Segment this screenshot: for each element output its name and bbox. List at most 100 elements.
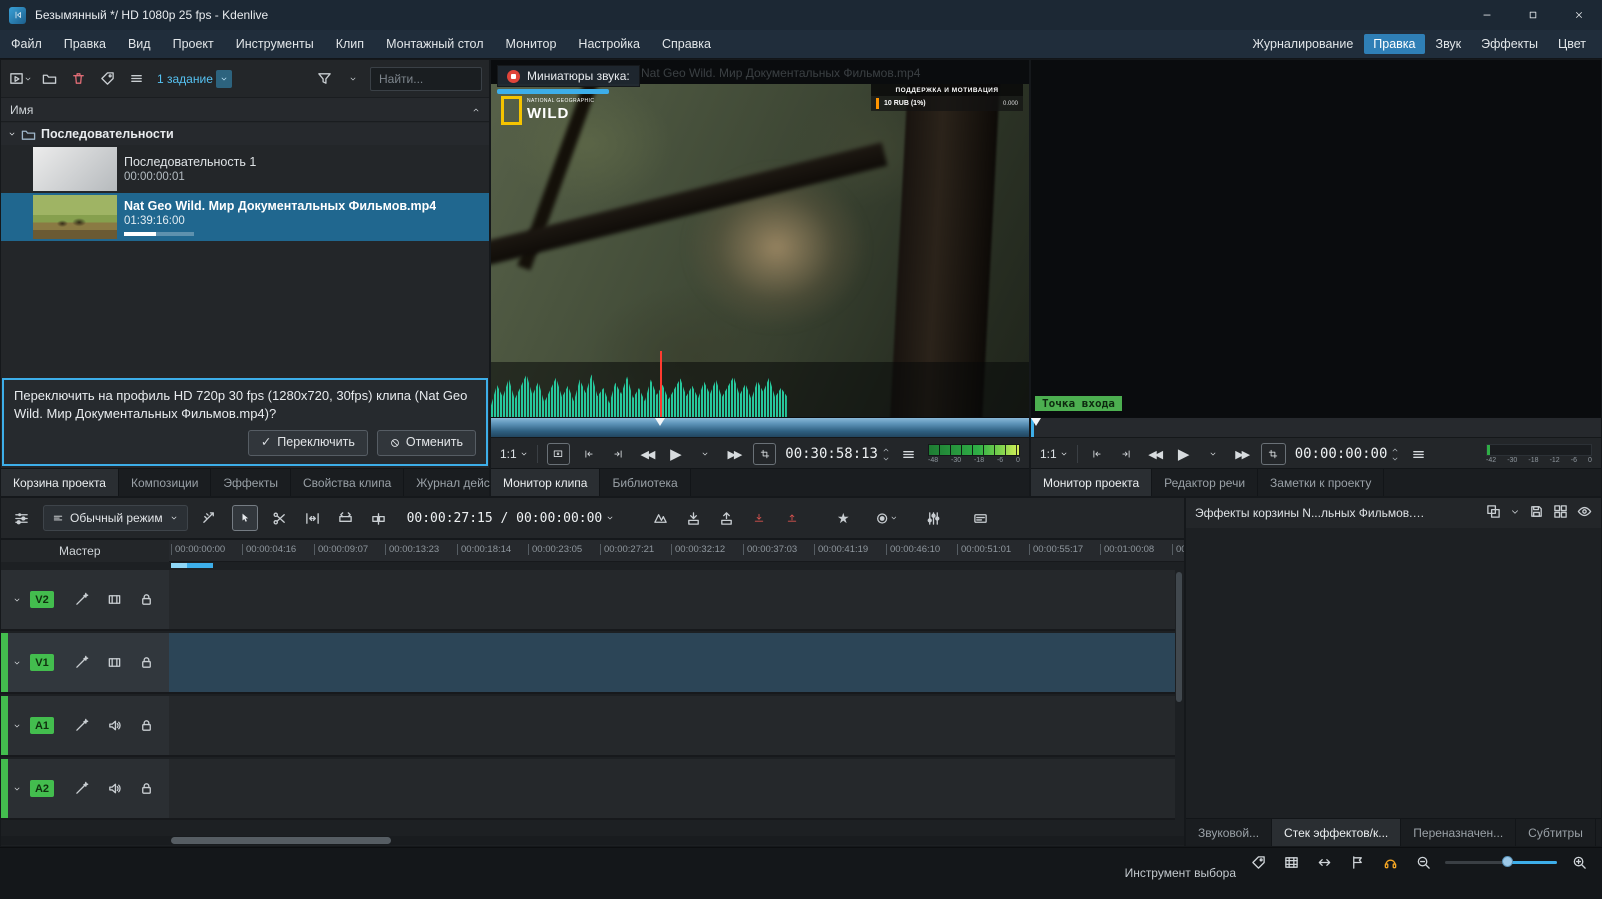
tab-clip-properties[interactable]: Свойства клипа <box>291 469 404 496</box>
tab-clip-monitor[interactable]: Монитор клипа <box>491 469 600 496</box>
track-lane-v2[interactable] <box>169 570 1175 631</box>
collapse-chevron-icon[interactable] <box>13 785 21 793</box>
track-lane-v1[interactable] <box>169 633 1175 694</box>
lock-track-icon[interactable] <box>139 592 154 607</box>
bin-clip-row-selected[interactable]: Nat Geo Wild. Мир Документальных Фильмов… <box>1 193 489 241</box>
timeline-zone-bar[interactable] <box>171 563 187 568</box>
create-folder-button[interactable] <box>37 67 61 91</box>
tab-remap[interactable]: Переназначен... <box>1401 819 1516 846</box>
track-target-chip[interactable]: A2 <box>30 780 54 797</box>
tag-button[interactable] <box>95 67 119 91</box>
chevron-down-icon[interactable] <box>1510 506 1520 520</box>
menu-tools[interactable]: Инструменты <box>225 30 325 58</box>
maximize-button[interactable] <box>1510 0 1556 30</box>
master-button[interactable]: Мастер <box>59 544 101 558</box>
timeline-position-timecode[interactable]: 00:00:27:15 / 00:00:00:00 <box>407 511 603 526</box>
menu-project[interactable]: Проект <box>162 30 225 58</box>
tab-project-notes[interactable]: Заметки к проекту <box>1258 469 1384 496</box>
play-options-chevron-icon[interactable] <box>695 443 715 465</box>
tab-effects[interactable]: Эффекты <box>211 469 291 496</box>
presets-grid-icon[interactable] <box>1553 504 1568 522</box>
monitor-menu-button[interactable] <box>1408 443 1428 465</box>
zoom-in-icon[interactable] <box>1568 851 1590 873</box>
monitor-zoom-select[interactable]: 1:1 <box>1040 447 1068 461</box>
hide-track-icon[interactable] <box>107 655 122 670</box>
chevron-down-icon[interactable] <box>606 514 614 522</box>
search-input[interactable] <box>370 67 482 91</box>
tag-toggle-icon[interactable] <box>1247 851 1269 873</box>
bin-clip-row[interactable]: Последовательность 1 00:00:00:01 <box>1 145 489 193</box>
track-header-v1[interactable]: V1 <box>1 633 169 694</box>
menu-monitor[interactable]: Монитор <box>495 30 568 58</box>
timeline-ruler[interactable]: 00:00:00:00 00:00:04:16 00:00:09:07 00:0… <box>169 540 1184 562</box>
track-header-a1[interactable]: A1 <box>1 696 169 757</box>
play-button[interactable]: ▶ <box>1174 443 1194 465</box>
menu-edit[interactable]: Правка <box>53 30 117 58</box>
timecode-spinner[interactable] <box>1391 446 1399 463</box>
zone-in-button[interactable] <box>579 443 599 465</box>
clip-monitor-timecode[interactable]: 00:30:58:13 <box>785 446 878 462</box>
cancel-button[interactable]: Отменить <box>377 430 476 456</box>
record-icon[interactable] <box>875 507 897 529</box>
collapse-chevron-icon[interactable] <box>13 596 21 604</box>
forward-button[interactable]: ▶▶ <box>1232 443 1252 465</box>
menu-timeline[interactable]: Монтажный стол <box>375 30 494 58</box>
bin-menu-button[interactable] <box>124 67 148 91</box>
seek-playhead-marker[interactable] <box>1031 418 1041 426</box>
zoom-slider-thumb[interactable] <box>1502 856 1513 867</box>
zone-out-button[interactable] <box>1116 443 1136 465</box>
spacer-tool-icon[interactable] <box>302 507 324 529</box>
track-header-v2[interactable]: V2 <box>1 570 169 631</box>
track-effects-icon[interactable] <box>75 655 90 670</box>
bin-name-header[interactable]: Имя <box>1 98 489 122</box>
layout-editing[interactable]: Правка <box>1364 34 1424 54</box>
delete-button[interactable] <box>66 67 90 91</box>
project-monitor-seekbar[interactable] <box>1031 417 1601 437</box>
menu-view[interactable]: Вид <box>117 30 162 58</box>
menu-settings[interactable]: Настройка <box>567 30 651 58</box>
collapse-chevron-icon[interactable] <box>13 659 21 667</box>
selection-tool-button[interactable] <box>232 505 258 531</box>
track-target-chip[interactable]: V1 <box>30 654 54 671</box>
timeline-zone-bar[interactable] <box>187 563 213 568</box>
timecode-spinner[interactable] <box>882 446 890 463</box>
tab-compositions[interactable]: Композиции <box>119 469 211 496</box>
tab-library[interactable]: Библиотека <box>600 469 690 496</box>
zone-mode-button[interactable] <box>1261 443 1286 465</box>
add-clip-button[interactable] <box>8 67 32 91</box>
extract-zone-icon[interactable] <box>715 507 737 529</box>
switch-profile-button[interactable]: ✓ Переключить <box>248 430 368 456</box>
track-target-chip[interactable]: A1 <box>30 717 54 734</box>
rewind-button[interactable]: ◀◀ <box>1145 443 1165 465</box>
monitor-overlay-button[interactable] <box>547 443 570 465</box>
clip-monitor-seekbar[interactable] <box>491 417 1029 437</box>
favorite-effects-icon[interactable]: ★ <box>832 507 854 529</box>
project-monitor-video[interactable]: Точка входа <box>1031 60 1601 417</box>
tab-subtitles[interactable]: Субтитры <box>1516 819 1596 846</box>
forward-button[interactable]: ▶▶ <box>724 443 744 465</box>
track-effects-icon[interactable] <box>75 718 90 733</box>
mute-track-icon[interactable] <box>107 718 122 733</box>
multicam-tool-icon[interactable] <box>199 507 221 529</box>
layout-effects[interactable]: Эффекты <box>1472 34 1547 54</box>
lock-track-icon[interactable] <box>139 655 154 670</box>
filter-chevron-icon[interactable] <box>341 67 365 91</box>
timeline-vertical-scrollbar[interactable] <box>1175 570 1183 820</box>
flag-marker-icon[interactable] <box>1346 851 1368 873</box>
clip-monitor-video[interactable]: Nat Geo Wild. Мир Документальных Фильмов… <box>491 60 1029 417</box>
tab-speech-editor[interactable]: Редактор речи <box>1152 469 1258 496</box>
lift-zone-icon[interactable] <box>781 507 803 529</box>
insert-zone-icon[interactable] <box>682 507 704 529</box>
tab-audio-mixer[interactable]: Звуковой... <box>1186 819 1272 846</box>
ripple-tool-icon[interactable] <box>368 507 390 529</box>
lock-track-icon[interactable] <box>139 781 154 796</box>
thumbnails-toggle-icon[interactable] <box>1280 851 1302 873</box>
overwrite-zone-icon[interactable] <box>748 507 770 529</box>
monitor-menu-button[interactable] <box>899 443 919 465</box>
subtitles-icon[interactable] <box>969 507 991 529</box>
save-effect-icon[interactable] <box>1529 504 1544 522</box>
filter-button[interactable] <box>312 67 336 91</box>
track-header-a2[interactable]: A2 <box>1 759 169 820</box>
close-button[interactable] <box>1556 0 1602 30</box>
mixer-icon[interactable] <box>922 507 944 529</box>
